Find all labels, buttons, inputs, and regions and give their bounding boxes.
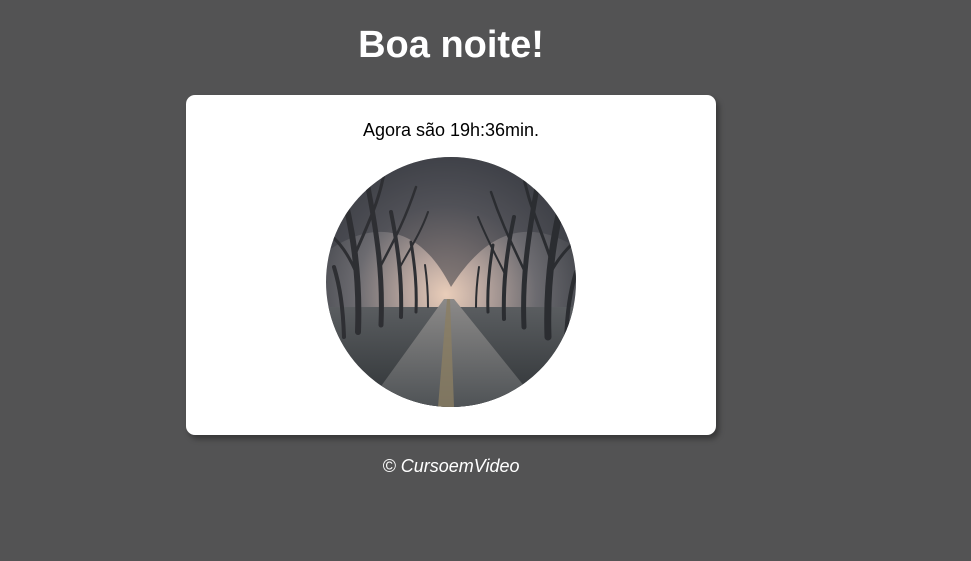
time-message: Agora são 19h:36min.	[362, 120, 540, 140]
copyright-footer: © CursoemVideo	[382, 456, 520, 476]
night-road-photo	[326, 157, 576, 407]
greeting-title: Boa noite!	[358, 24, 544, 66]
page: Boa noite! Agora são 19h:36min. © Cursoe…	[0, 0, 971, 561]
time-card: Agora são 19h:36min.	[186, 95, 716, 435]
